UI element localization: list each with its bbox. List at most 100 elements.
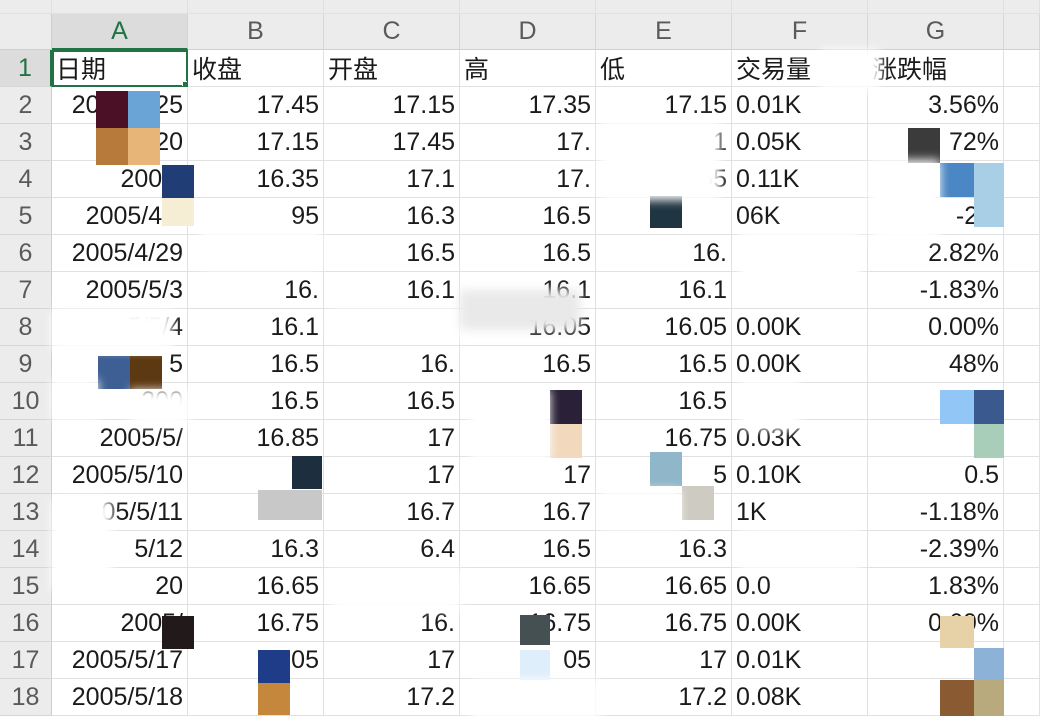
spreadsheet-grid[interactable]: A B C D E F G 1 日期 收盘 开盘高低交易量 涨跌幅 2 2005/4/25 17.45 17.… — [0, 0, 1040, 721]
data-cell[interactable]: 16.5 — [596, 383, 732, 420]
row-header-18[interactable]: 18 — [0, 679, 52, 716]
data-cell[interactable]: 0.03K — [732, 420, 868, 457]
data-cell[interactable]: 17 — [324, 420, 460, 457]
data-cell[interactable] — [324, 309, 460, 346]
data-cell[interactable]: 0.5 — [868, 457, 1004, 494]
data-cell[interactable]: 17.15 — [188, 124, 324, 161]
data-cell[interactable] — [732, 235, 868, 272]
data-cell[interactable] — [732, 272, 868, 309]
row-header-7[interactable]: 7 — [0, 272, 52, 309]
row-header-14[interactable]: 14 — [0, 531, 52, 568]
data-cell[interactable]: 0.10K — [732, 457, 868, 494]
data-cell[interactable]: 2005/4/25 — [52, 87, 188, 124]
data-cell[interactable]: 05 — [460, 642, 596, 679]
data-cell[interactable]: 5 — [52, 346, 188, 383]
data-cell[interactable]: 16.5 — [460, 531, 596, 568]
data-cell[interactable]: 17 — [596, 642, 732, 679]
empty-cell[interactable] — [1004, 420, 1040, 457]
data-cell[interactable] — [732, 531, 868, 568]
empty-cell[interactable] — [1004, 50, 1040, 87]
data-cell[interactable]: 0.01K — [732, 642, 868, 679]
data-cell[interactable]: 0.11K — [732, 161, 868, 198]
data-cell[interactable]: 2005/5/ — [52, 420, 188, 457]
header-cell-d[interactable]: 高 — [460, 50, 596, 87]
empty-cell[interactable] — [1004, 235, 1040, 272]
data-cell[interactable]: 16.35 — [188, 161, 324, 198]
empty-cell[interactable] — [1004, 161, 1040, 198]
data-cell[interactable] — [732, 383, 868, 420]
data-cell[interactable]: 5/5/4 — [52, 309, 188, 346]
header-cell-b[interactable]: 收盘 — [188, 50, 324, 87]
data-cell[interactable]: 16.1 — [596, 272, 732, 309]
data-cell[interactable]: 2005/5/18 — [52, 679, 188, 716]
data-cell[interactable]: 16.05 — [460, 309, 596, 346]
column-header-b[interactable]: B — [188, 14, 324, 50]
data-cell[interactable]: 48% — [868, 346, 1004, 383]
row-header-13[interactable]: 13 — [0, 494, 52, 531]
empty-cell[interactable] — [1004, 642, 1040, 679]
data-cell[interactable]: 0.00K — [732, 309, 868, 346]
row-header-11[interactable]: 11 — [0, 420, 52, 457]
data-cell[interactable]: 1K — [732, 494, 868, 531]
data-cell[interactable]: 0.08K — [732, 679, 868, 716]
header-cell-c[interactable]: 开盘 — [324, 50, 460, 87]
data-cell[interactable]: % — [868, 383, 1004, 420]
data-cell[interactable]: 16.1 — [324, 272, 460, 309]
data-cell[interactable] — [596, 494, 732, 531]
column-header-e[interactable]: E — [596, 14, 732, 50]
data-cell[interactable]: 16.3 — [324, 198, 460, 235]
data-cell[interactable]: 16.1 — [188, 309, 324, 346]
column-header-f[interactable]: F — [732, 14, 868, 50]
data-cell[interactable]: 5/12 — [52, 531, 188, 568]
data-cell[interactable]: 16.5 — [188, 346, 324, 383]
row-header-9[interactable]: 9 — [0, 346, 52, 383]
data-cell[interactable]: 17.35 — [460, 87, 596, 124]
data-cell[interactable]: 5 — [596, 457, 732, 494]
data-cell[interactable]: 17.45 — [324, 124, 460, 161]
data-cell[interactable]: 20 — [52, 568, 188, 605]
data-cell[interactable]: 16.7 — [324, 494, 460, 531]
row-header-12[interactable]: 12 — [0, 457, 52, 494]
data-cell[interactable]: 16.85 — [188, 420, 324, 457]
data-cell[interactable]: 16.75 — [460, 605, 596, 642]
data-cell[interactable] — [868, 642, 1004, 679]
row-header-2[interactable]: 2 — [0, 87, 52, 124]
header-cell-f[interactable]: 交易量 — [732, 50, 868, 87]
data-cell[interactable] — [188, 235, 324, 272]
empty-cell[interactable] — [1004, 383, 1040, 420]
data-cell[interactable]: 95 — [188, 198, 324, 235]
data-cell[interactable]: 17.15 — [324, 87, 460, 124]
data-cell[interactable]: 16.5 — [460, 235, 596, 272]
data-cell[interactable]: 72% — [868, 124, 1004, 161]
empty-cell[interactable] — [1004, 568, 1040, 605]
data-cell[interactable]: 3.56% — [868, 87, 1004, 124]
data-cell[interactable]: 0.00K — [732, 605, 868, 642]
data-cell[interactable]: 2005/4/29 — [52, 235, 188, 272]
row-header-8[interactable]: 8 — [0, 309, 52, 346]
data-cell[interactable]: 16.1 — [460, 272, 596, 309]
header-cell-a[interactable]: 日期 — [52, 50, 188, 87]
data-cell[interactable] — [188, 679, 324, 716]
data-cell[interactable]: 17.1 — [324, 161, 460, 198]
empty-cell[interactable] — [1004, 87, 1040, 124]
data-cell[interactable]: 2005/ — [52, 161, 188, 198]
data-cell[interactable]: 16.5 — [324, 235, 460, 272]
empty-cell[interactable] — [1004, 457, 1040, 494]
data-cell[interactable]: 16. — [324, 605, 460, 642]
data-cell[interactable]: 16.75 — [188, 605, 324, 642]
data-cell[interactable]: 17.15 — [596, 87, 732, 124]
data-cell[interactable]: -1.18% — [868, 494, 1004, 531]
data-cell[interactable]: 16. — [596, 235, 732, 272]
data-cell[interactable]: 1.83% — [868, 568, 1004, 605]
empty-cell[interactable] — [1004, 346, 1040, 383]
data-cell[interactable]: 17. — [460, 124, 596, 161]
data-cell[interactable]: 16.75 — [596, 420, 732, 457]
data-cell[interactable]: 0.00K — [732, 346, 868, 383]
data-cell[interactable]: 16.3 — [596, 531, 732, 568]
data-cell[interactable]: 16.65 — [460, 568, 596, 605]
data-cell[interactable]: 16.3 — [188, 531, 324, 568]
data-cell[interactable]: 17 — [324, 457, 460, 494]
header-cell-g[interactable]: 涨跌幅 — [868, 50, 1004, 87]
data-cell[interactable] — [460, 679, 596, 716]
data-cell[interactable]: 2005/5/3 — [52, 272, 188, 309]
